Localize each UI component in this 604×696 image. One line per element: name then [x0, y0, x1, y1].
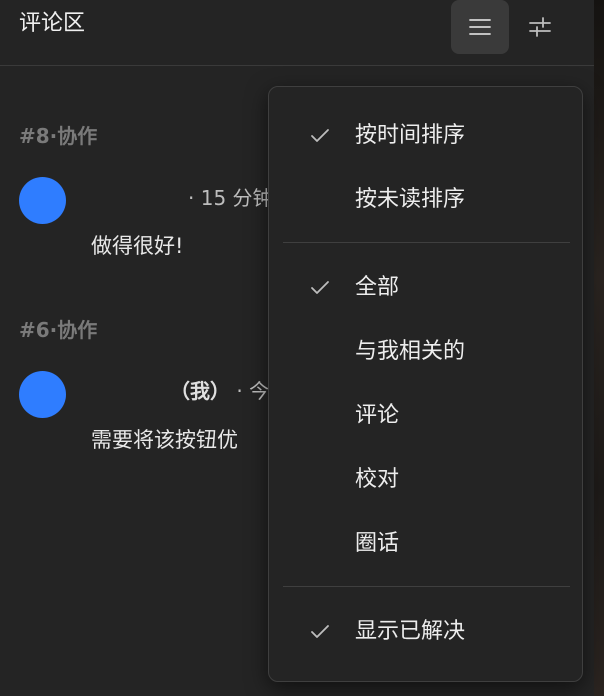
filter-button[interactable]: [511, 0, 569, 54]
menu-divider: [283, 242, 570, 243]
menu-item-label: 按未读排序: [355, 187, 466, 212]
check-icon: [311, 625, 329, 638]
thread-tag: #8·协作: [19, 124, 98, 148]
thread-tag: #6·协作: [19, 318, 98, 342]
menu-divider: [283, 586, 570, 587]
menu-item-label: 评论: [355, 403, 400, 428]
comment-text: 需要将该按钮优: [91, 428, 238, 452]
menu-icon: [469, 19, 491, 35]
comment-text: 做得很好!: [91, 234, 184, 258]
background-edge: [594, 0, 604, 696]
menu-item-sort-time[interactable]: 按时间排序: [269, 112, 582, 160]
filter-sliders-icon: [529, 17, 551, 37]
menu-item-sort-unread[interactable]: 按未读排序: [269, 176, 582, 224]
avatar[interactable]: [19, 177, 66, 224]
sort-filter-dropdown: 按时间排序 按未读排序 全部 与我相关的 评论 校对 圈话 显示已解决: [268, 86, 583, 682]
menu-item-label: 圈话: [355, 531, 400, 556]
comment-meta: · 15 分钟: [188, 182, 273, 211]
comment-time: · 今: [230, 379, 270, 403]
menu-item-label: 与我相关的: [355, 339, 466, 364]
menu-item-filter-proofread[interactable]: 校对: [269, 456, 582, 504]
check-icon: [311, 129, 329, 142]
menu-item-filter-all[interactable]: 全部: [269, 264, 582, 312]
menu-item-filter-comments[interactable]: 评论: [269, 392, 582, 440]
me-label: （我）: [170, 379, 230, 403]
menu-item-filter-related[interactable]: 与我相关的: [269, 328, 582, 376]
menu-item-show-resolved[interactable]: 显示已解决: [269, 608, 582, 656]
menu-item-filter-circled[interactable]: 圈话: [269, 520, 582, 568]
avatar[interactable]: [19, 371, 66, 418]
menu-item-label: 校对: [355, 467, 400, 492]
menu-item-label: 全部: [355, 275, 400, 300]
check-icon: [311, 281, 329, 294]
comment-meta: （我） · 今: [170, 375, 269, 404]
menu-item-label: 按时间排序: [355, 123, 466, 148]
sort-menu-button[interactable]: [451, 0, 509, 54]
panel-title: 评论区: [19, 11, 86, 36]
panel-header: 评论区: [0, 0, 594, 66]
menu-item-label: 显示已解决: [355, 619, 466, 644]
comment-time: · 15 分钟: [188, 186, 273, 210]
